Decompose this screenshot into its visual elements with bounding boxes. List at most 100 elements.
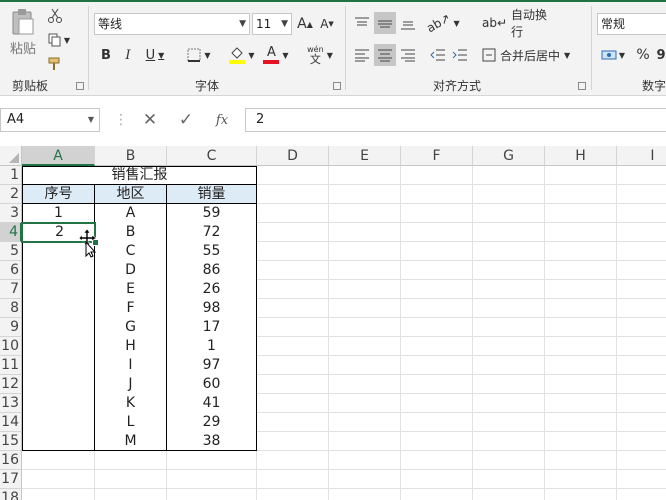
middle-align-button[interactable] bbox=[374, 12, 396, 34]
sales-cell[interactable]: 97 bbox=[167, 356, 256, 375]
phonetic-guide-button[interactable]: wén 文 ▼ bbox=[302, 43, 338, 67]
alignment-dialog-launcher[interactable] bbox=[578, 82, 586, 90]
italic-button[interactable]: I bbox=[118, 45, 138, 65]
cut-button[interactable] bbox=[44, 6, 66, 26]
region-cell[interactable]: D bbox=[95, 261, 166, 280]
column-header-a[interactable]: A bbox=[22, 146, 95, 166]
header-cell[interactable]: 地区 bbox=[95, 185, 166, 204]
insert-function-button[interactable]: fx bbox=[208, 108, 236, 132]
row-header[interactable]: 1 bbox=[0, 166, 22, 185]
region-cell[interactable]: A bbox=[95, 204, 166, 223]
column-header-c[interactable]: C bbox=[167, 146, 257, 166]
row-header[interactable]: 11 bbox=[0, 356, 22, 375]
header-cell[interactable]: 销量 bbox=[167, 185, 256, 204]
row-header[interactable]: 12 bbox=[0, 375, 22, 394]
sales-cell[interactable]: 26 bbox=[167, 280, 256, 299]
table-title[interactable]: 销售汇报 bbox=[23, 166, 256, 185]
merge-center-button[interactable]: 合并后居中 ▼ bbox=[482, 44, 576, 66]
sales-cell[interactable]: 60 bbox=[167, 375, 256, 394]
cancel-entry-button[interactable]: ✕ bbox=[138, 108, 162, 132]
row-header[interactable]: 9 bbox=[0, 318, 22, 337]
row-header[interactable]: 16 bbox=[0, 451, 22, 470]
bottom-align-button[interactable] bbox=[398, 12, 418, 34]
sales-cell[interactable]: 59 bbox=[167, 204, 256, 223]
column-header-h[interactable]: H bbox=[545, 146, 617, 166]
paste-button[interactable]: 粘贴 bbox=[6, 8, 40, 62]
comma-style-button[interactable]: 9 bbox=[654, 44, 666, 66]
column-header-f[interactable]: F bbox=[401, 146, 473, 166]
fill-color-button[interactable]: ▼ bbox=[226, 43, 258, 67]
sales-cell[interactable]: 41 bbox=[167, 394, 256, 413]
orientation-button[interactable]: ab↗ ▼ bbox=[425, 11, 460, 36]
bold-button[interactable]: B bbox=[96, 45, 116, 65]
row-header[interactable]: 8 bbox=[0, 299, 22, 318]
row-header[interactable]: 6 bbox=[0, 261, 22, 280]
increase-indent-button[interactable] bbox=[450, 44, 470, 66]
sales-cell[interactable]: 55 bbox=[167, 242, 256, 261]
header-cell[interactable]: 序号 bbox=[23, 185, 94, 204]
increase-font-size-button[interactable]: A ▲ bbox=[296, 13, 314, 35]
region-cell[interactable]: F bbox=[95, 299, 166, 318]
row-header[interactable]: 13 bbox=[0, 394, 22, 413]
row-header[interactable]: 2 bbox=[0, 185, 22, 204]
column-header-b[interactable]: B bbox=[95, 146, 167, 166]
region-cell[interactable]: M bbox=[95, 432, 166, 451]
decrease-indent-button[interactable] bbox=[428, 44, 448, 66]
decrease-font-size-button[interactable]: A ▼ bbox=[318, 13, 336, 35]
region-cell[interactable]: J bbox=[95, 375, 166, 394]
font-color-button[interactable]: A ▼ bbox=[260, 43, 292, 67]
column-header-g[interactable]: G bbox=[473, 146, 545, 166]
formula-input[interactable]: 2 bbox=[245, 108, 666, 132]
percent-button[interactable]: % bbox=[634, 44, 652, 66]
align-right-button[interactable] bbox=[398, 44, 418, 66]
align-center-button[interactable] bbox=[374, 44, 396, 66]
worksheet-grid: A B C D E F G H I 1 2 3 4 5 6 7 8 9 10 1… bbox=[0, 142, 666, 500]
wrap-text-button[interactable]: ab↵ 自动换行 bbox=[482, 8, 554, 39]
font-dialog-launcher[interactable] bbox=[333, 82, 341, 90]
row-header[interactable]: 15 bbox=[0, 432, 22, 451]
region-cell[interactable]: C bbox=[95, 242, 166, 261]
row-header[interactable]: 4 bbox=[0, 223, 22, 242]
chevron-down-icon: ▼ bbox=[204, 50, 211, 60]
seq-cell[interactable]: 1 bbox=[23, 204, 94, 223]
align-left-button[interactable] bbox=[352, 44, 372, 66]
row-header[interactable]: 14 bbox=[0, 413, 22, 432]
sales-cell[interactable]: 86 bbox=[167, 261, 256, 280]
underline-button[interactable]: U ▼ bbox=[140, 45, 170, 65]
sales-cell[interactable]: 1 bbox=[167, 337, 256, 356]
confirm-entry-button[interactable]: ✓ bbox=[174, 108, 198, 132]
sales-cell[interactable]: 72 bbox=[167, 223, 256, 242]
region-cell[interactable]: H bbox=[95, 337, 166, 356]
row-header[interactable]: 18 bbox=[0, 489, 22, 500]
region-cell[interactable]: B bbox=[95, 223, 166, 242]
row-header[interactable]: 10 bbox=[0, 337, 22, 356]
number-format-select[interactable]: 常规 bbox=[597, 13, 666, 35]
row-header[interactable]: 17 bbox=[0, 470, 22, 489]
select-all-corner[interactable] bbox=[0, 146, 22, 166]
sales-cell[interactable]: 29 bbox=[167, 413, 256, 432]
copy-button[interactable]: ▼ bbox=[44, 30, 74, 50]
row-header[interactable]: 5 bbox=[0, 242, 22, 261]
borders-button[interactable]: ▼ bbox=[184, 45, 214, 65]
region-cell[interactable]: I bbox=[95, 356, 166, 375]
clipboard-dialog-launcher[interactable] bbox=[76, 82, 84, 90]
region-cell[interactable]: L bbox=[95, 413, 166, 432]
column-header-i[interactable]: I bbox=[617, 146, 666, 166]
font-size-select[interactable]: 11 ▼ bbox=[252, 13, 292, 35]
name-box[interactable]: A4 ▼ bbox=[0, 108, 100, 132]
row-header[interactable]: 3 bbox=[0, 204, 22, 223]
region-cell[interactable]: G bbox=[95, 318, 166, 337]
format-painter-button[interactable] bbox=[44, 54, 66, 74]
region-cell[interactable]: K bbox=[95, 394, 166, 413]
sales-cell[interactable]: 17 bbox=[167, 318, 256, 337]
more-options-icon[interactable]: ⋮ bbox=[114, 112, 128, 128]
region-cell[interactable]: E bbox=[95, 280, 166, 299]
font-name-select[interactable]: 等线 ▼ bbox=[94, 13, 250, 35]
top-align-button[interactable] bbox=[352, 12, 372, 34]
accounting-format-button[interactable]: ▼ bbox=[598, 44, 628, 66]
sales-cell[interactable]: 98 bbox=[167, 299, 256, 318]
sales-cell[interactable]: 38 bbox=[167, 432, 256, 451]
column-header-d[interactable]: D bbox=[257, 146, 329, 166]
row-header[interactable]: 7 bbox=[0, 280, 22, 299]
column-header-e[interactable]: E bbox=[329, 146, 401, 166]
